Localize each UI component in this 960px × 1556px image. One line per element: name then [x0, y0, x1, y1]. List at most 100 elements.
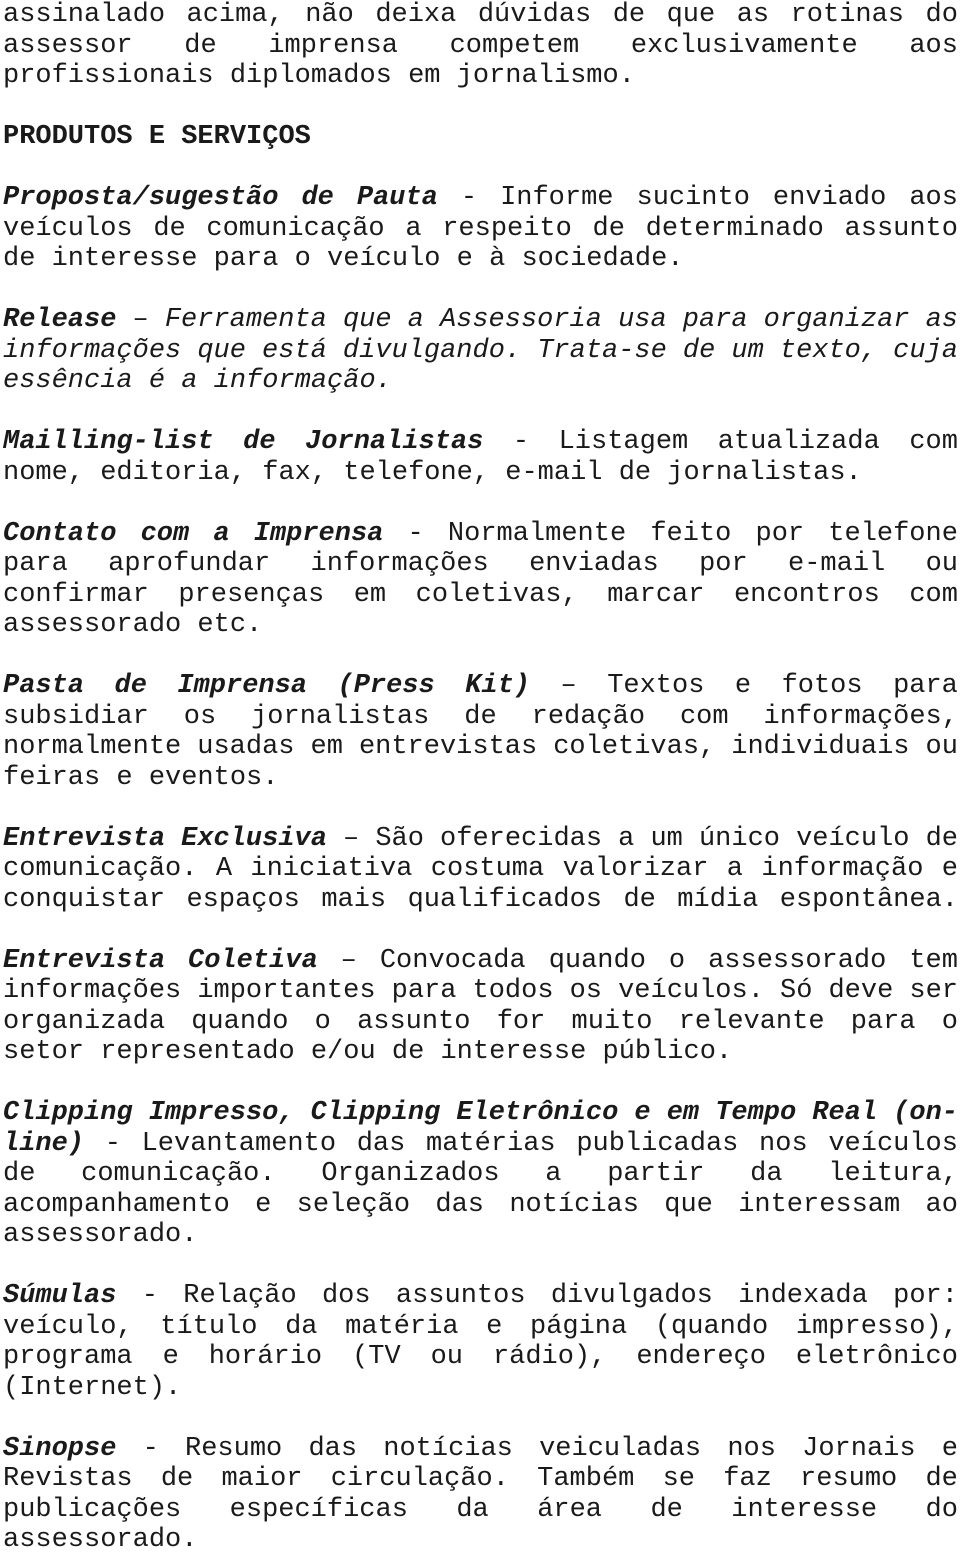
entry-separator: - — [141, 1281, 158, 1311]
entry-release: Release – Ferramenta que a Assessoria usa para o… — [3, 305, 958, 397]
entry-definition: publicações — [3, 1494, 182, 1525]
entry-definition: o — [668, 945, 686, 976]
entry-term: Impresso, — [148, 1098, 295, 1128]
word: de — [184, 30, 217, 61]
entry-separator: - — [104, 1128, 121, 1159]
entry-definition: interessam — [738, 1189, 901, 1220]
entry-separator: – — [343, 823, 360, 854]
entry-definition: veículos — [3, 213, 133, 244]
entry-first-line: Pasta de Imprensa (Press Kit) – Textos e fotos pa… — [3, 671, 958, 702]
entry-term: e — [634, 1098, 651, 1128]
text-line: setor representado e/ou de interesse púb… — [3, 1037, 958, 1068]
text-line: programa e horário (TV ou rádio), endereço elet… — [3, 1342, 958, 1373]
entry-definition: e — [941, 854, 958, 884]
entry-definition: veiculadas — [539, 1433, 702, 1464]
entry-definition: informação — [761, 854, 924, 884]
entry-definition: com — [909, 427, 958, 457]
entry-definition: comunicação. — [81, 1159, 276, 1189]
entry-definition: de interesse para o veículo e à sociedad… — [3, 244, 684, 274]
entry-definition: Só — [780, 976, 813, 1006]
entry-definition: sucinto — [636, 183, 750, 213]
entry-definition: tem — [909, 945, 958, 976]
entry-definition: título — [160, 1311, 258, 1342]
text-line: Revistas de maior circulação. Também se faz res… — [3, 1464, 958, 1495]
entry-definition: a — [405, 213, 422, 244]
entry-proposta-sugestao-de-pauta: Proposta/sugestão de Pauta - Informe sucinto e… — [3, 183, 958, 275]
entry-definition: de — [592, 213, 625, 244]
entry-definition: importantes — [197, 976, 376, 1006]
entry-definition: e — [162, 1342, 179, 1372]
entry-definition: da — [456, 1494, 489, 1525]
entry-definition: endereço — [636, 1342, 766, 1372]
entry-definition: aos — [909, 183, 958, 213]
entry-term: Real — [812, 1098, 878, 1128]
entry-definition: que — [342, 305, 392, 335]
entry-definition: o — [314, 1006, 331, 1037]
text-line: assessor de imprensa competem exclusivamente… — [3, 31, 958, 62]
entry-definition: interesse — [731, 1494, 878, 1525]
entry-definition: de — [925, 1464, 958, 1494]
text-line: feiras e eventos. — [3, 763, 958, 794]
entry-definition: está — [262, 335, 327, 366]
entry-definition: qualificados — [407, 884, 603, 915]
entry-term: Coletiva — [188, 945, 318, 976]
entry-definition: de — [623, 884, 656, 915]
entry-definition: eletrônico — [795, 1342, 958, 1372]
entry-definition: veículos. — [618, 976, 764, 1006]
word: as — [736, 0, 770, 30]
entry-definition: circulação. — [330, 1464, 509, 1494]
entry-definition: texto, — [779, 335, 878, 366]
entry-term: a — [213, 518, 230, 549]
entry-definition: com — [909, 579, 958, 610]
word: acima, — [186, 0, 284, 30]
entry-definition: assuntos — [395, 1281, 526, 1311]
entry-clipping: Clipping Impresso, Clipping Eletrônico e em Te… — [3, 1098, 958, 1251]
text-line: nome, editoria, fax, telefone, e-mail de… — [3, 458, 958, 489]
word: de — [612, 0, 646, 30]
entry-definition: de — [650, 1494, 683, 1525]
entry-definition: se — [662, 1464, 695, 1494]
entry-definition: Assessoria — [439, 305, 602, 335]
word: rotinas — [790, 0, 905, 30]
entry-definition: por — [699, 549, 748, 579]
entry-definition: assessorado — [708, 945, 887, 976]
entry-definition: e — [486, 1311, 503, 1342]
entry-definition: Relação — [183, 1281, 297, 1311]
entry-first-line: Proposta/sugestão de Pauta - Informe sucinto e… — [3, 183, 958, 214]
entry-definition: costuma — [430, 854, 545, 884]
entry-term: de — [301, 183, 334, 213]
entry-separator: - — [512, 427, 530, 457]
entry-term: Proposta/sugestão — [3, 183, 279, 213]
entry-separator: – — [132, 305, 149, 335]
section-heading-block: PRODUTOS E SERVIÇOS — [3, 122, 958, 153]
entry-definition: em — [310, 732, 343, 762]
entry-definition: espaços — [186, 884, 300, 915]
text-line: de interesse para o veículo e à sociedad… — [3, 244, 958, 275]
entry-definition: confirmar — [3, 579, 149, 610]
entry-definition: que — [664, 1189, 713, 1220]
entry-definition: nos — [759, 1128, 808, 1159]
entry-definition: veículos — [828, 1128, 958, 1159]
entry-definition: um — [650, 823, 683, 854]
entry-definition: atualizada — [717, 427, 880, 457]
text-line: line) - Levantamento das matérias publicadas n… — [3, 1129, 958, 1160]
entry-definition: usadas — [197, 732, 295, 762]
section-heading: PRODUTOS E SERVIÇOS — [3, 122, 311, 152]
entry-definition: Informe — [500, 183, 614, 213]
entry-first-line: Release – Ferramenta que a Assessoria usa para o… — [3, 305, 958, 336]
entry-definition: ou — [925, 549, 958, 579]
entry-definition: coletivas, — [553, 732, 716, 762]
entry-definition: São — [375, 823, 424, 854]
entry-definition: telefone — [828, 518, 958, 549]
entry-definition: faz — [723, 1464, 772, 1494]
word: competem — [449, 30, 580, 61]
entry-term: Entrevista — [3, 823, 166, 854]
entry-definition: partir — [607, 1159, 705, 1189]
entry-definition: (quando — [654, 1311, 769, 1342]
text-line: assessorado. — [3, 1220, 958, 1251]
entry-term: de — [114, 671, 147, 701]
entry-definition: for — [496, 1006, 546, 1037]
text-line: veículo, título da matéria e página (quando imp… — [3, 1312, 958, 1343]
entry-definition: ser — [909, 976, 958, 1006]
entry-definition: redação — [531, 701, 646, 732]
